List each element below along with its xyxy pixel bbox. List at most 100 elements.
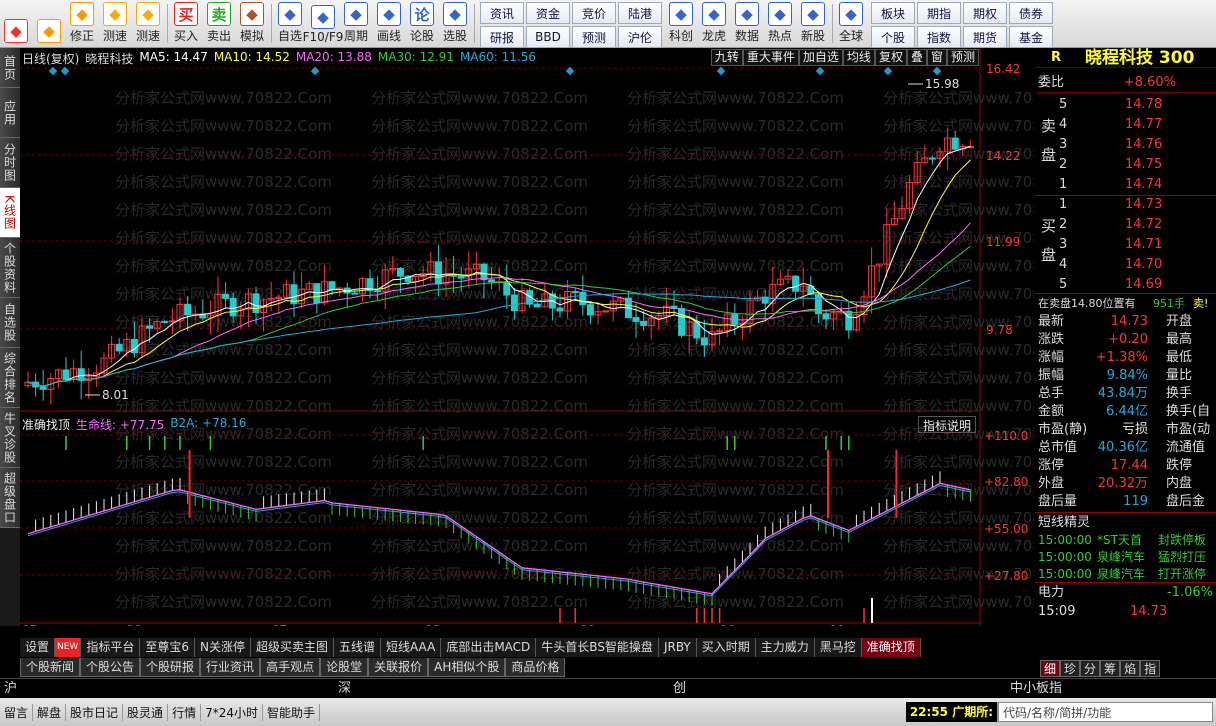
event-diamond-icon[interactable] — [310, 66, 320, 76]
dragon-tiger-button[interactable]: ◆ 龙虎 — [698, 0, 731, 47]
status-button[interactable]: 行情 — [168, 703, 202, 721]
indicator-tab[interactable]: JRBY — [658, 638, 697, 657]
indicator-name[interactable]: 准确找顶 — [22, 416, 70, 432]
indicator-tab[interactable]: N关涨停 — [195, 638, 251, 657]
toolbar-grid-button[interactable]: 资讯 — [480, 2, 524, 24]
ticker-sh[interactable]: 沪 — [4, 679, 17, 699]
indicator-tab[interactable]: 主力威力 — [755, 638, 815, 657]
hammer-button[interactable]: ◆ 模拟 — [236, 0, 269, 47]
info-tab[interactable]: AH相似个股 — [428, 658, 506, 677]
draw-line-button[interactable]: ◆ 画线 — [373, 0, 406, 47]
discuss-button[interactable]: 论论股 — [406, 0, 439, 47]
toolbar-grid-button[interactable]: 陆港 — [618, 2, 662, 24]
status-button[interactable]: 股灵通 — [123, 703, 169, 721]
quote-tab[interactable]: 指 — [1140, 660, 1161, 677]
indicator-tab[interactable]: 超级买卖主图 — [250, 638, 334, 657]
quote-tab[interactable]: 细 — [1040, 660, 1061, 677]
toolbar-grid-button[interactable]: 指数 — [917, 26, 961, 48]
status-button[interactable]: 解盘 — [33, 703, 67, 721]
sell-button[interactable]: 卖卖出 — [203, 0, 236, 47]
info-tab[interactable]: 论股堂 — [320, 658, 369, 677]
elf-stock[interactable]: 泉峰汽车 — [1097, 566, 1145, 583]
sell-price[interactable]: 14.77 — [1125, 115, 1162, 135]
toolbar-grid-button[interactable]: 沪伦 — [618, 26, 662, 48]
info-tab[interactable]: 个股研报 — [140, 658, 201, 677]
ticker-zx[interactable]: 中小板指 — [1010, 679, 1062, 699]
indicator-tab[interactable]: 短线AAA — [381, 638, 442, 657]
up-down-button[interactable]: ◆ 修正 — [66, 0, 99, 47]
indicator-help-button[interactable]: 指标说明 — [918, 416, 977, 433]
kline-chart-svg[interactable]: 分析家公式网www.70822.Com 分析家公式网www.70822.Com 分析… — [20, 48, 1034, 626]
indicator-tab[interactable]: 准确找顶 — [861, 638, 921, 657]
toolbar-grid-button[interactable]: 预测 — [572, 26, 616, 48]
buy-price[interactable]: 14.71 — [1125, 235, 1162, 255]
toolbar-grid-button[interactable]: 个股 — [871, 26, 915, 48]
indicator-tab[interactable]: 牛头首长BS智能操盘 — [536, 638, 659, 657]
kline-chart-area[interactable]: 分析家公式网www.70822.Com 分析家公式网www.70822.Com 分析… — [20, 48, 1034, 626]
indicator-tab[interactable]: 五线谱 — [334, 638, 382, 657]
ticker-cy[interactable]: 创 — [673, 679, 686, 699]
toolbar-grid-button[interactable]: 研报 — [480, 26, 524, 48]
toolbar-grid-button[interactable]: BBD — [526, 26, 570, 48]
chart-button[interactable]: 重大事件 — [742, 49, 799, 66]
info-tab[interactable]: 行业资讯 — [200, 658, 261, 677]
buy-price[interactable]: 14.72 — [1125, 215, 1162, 235]
sell-price[interactable]: 14.76 — [1125, 135, 1162, 155]
back-arrow-button[interactable]: ◆ — [33, 0, 66, 47]
toolbar-grid-button[interactable]: 期指 — [917, 2, 961, 24]
toolbar-grid-button[interactable]: 板块 — [871, 2, 915, 24]
status-button[interactable]: 智能助手 — [263, 703, 320, 721]
ticker-sz[interactable]: 深 — [338, 679, 351, 699]
leftnav-item[interactable]: 首页 — [0, 48, 20, 88]
info-tab[interactable]: 商品价格 — [505, 658, 566, 677]
kechuang-button[interactable]: ◆ 科创 — [665, 0, 698, 47]
leftnav-item[interactable]: 自选股 — [0, 298, 20, 348]
chart-button[interactable]: 窗 — [926, 49, 947, 66]
toolbar-grid-button[interactable]: 期货 — [963, 26, 1007, 48]
speedometer-button[interactable]: ◆ 测速 — [99, 0, 132, 47]
globe-button[interactable]: ◆ 全球 — [835, 0, 868, 47]
quote-tab[interactable]: 焰 — [1120, 660, 1141, 677]
sell-price[interactable]: 14.74 — [1125, 175, 1162, 195]
elf-stock[interactable]: 泉峰汽车 — [1097, 549, 1145, 566]
info-tab[interactable]: 个股公告 — [80, 658, 141, 677]
indicator-tab[interactable]: 底部出击MACD — [441, 638, 537, 657]
indicator-tab[interactable]: 设置 — [20, 638, 56, 657]
cycle-button[interactable]: ◆ 周期 — [340, 0, 373, 47]
toolbar-grid-button[interactable]: 债券 — [1009, 2, 1053, 24]
leftnav-item[interactable]: K线图 — [0, 188, 20, 238]
toolbar-grid-button[interactable]: 期权 — [963, 2, 1007, 24]
data-pe-button[interactable]: ◆ 数据 — [731, 0, 764, 47]
event-diamond-icon[interactable] — [815, 66, 825, 76]
chart-button[interactable]: 九转 — [710, 49, 743, 66]
f10-button[interactable]: ◆ F10/F9 — [303, 0, 343, 47]
hot-button[interactable]: ◆ 热点 — [764, 0, 797, 47]
leftnav-item[interactable]: 综合排名 — [0, 348, 20, 408]
indicator-tab[interactable]: NEW — [55, 638, 82, 657]
quote-tab[interactable]: 分 — [1080, 660, 1101, 677]
buy-price[interactable]: 14.69 — [1125, 275, 1162, 295]
status-button[interactable]: 股市日记 — [66, 703, 124, 721]
chart-button[interactable]: 加自选 — [798, 49, 843, 66]
leftnav-item[interactable]: 应用 — [0, 88, 20, 138]
sell-price[interactable]: 14.78 — [1125, 95, 1162, 115]
quote-tab[interactable]: 珍 — [1060, 660, 1081, 677]
quote-tab[interactable]: 筹 — [1100, 660, 1121, 677]
buy-price[interactable]: 14.73 — [1125, 195, 1162, 215]
status-button[interactable]: 留言 — [0, 703, 34, 721]
search-input[interactable]: 代码/名称/简拼/功能 — [998, 702, 1213, 722]
toolbar-grid-button[interactable]: 资金 — [526, 2, 570, 24]
ipo-button[interactable]: ◆ 新股 — [797, 0, 830, 47]
leftnav-item[interactable]: 超级盘口 — [0, 468, 20, 528]
info-tab[interactable]: 关联报价 — [368, 658, 429, 677]
chart-button[interactable]: 复权 — [874, 49, 907, 66]
toolbar-grid-button[interactable]: 竞价 — [572, 2, 616, 24]
chart-button[interactable]: 均线 — [842, 49, 875, 66]
sell-price[interactable]: 14.75 — [1125, 155, 1162, 175]
chart-button[interactable]: 预测 — [946, 49, 979, 66]
status-button[interactable]: 7*24小时 — [201, 703, 263, 721]
buy-button[interactable]: 买买入 — [170, 0, 203, 47]
leftnav-item[interactable]: 个股资料 — [0, 238, 20, 298]
windows-logo-button[interactable]: ◆ — [0, 0, 33, 47]
indicator-tab[interactable]: 指标平台 — [81, 638, 141, 657]
